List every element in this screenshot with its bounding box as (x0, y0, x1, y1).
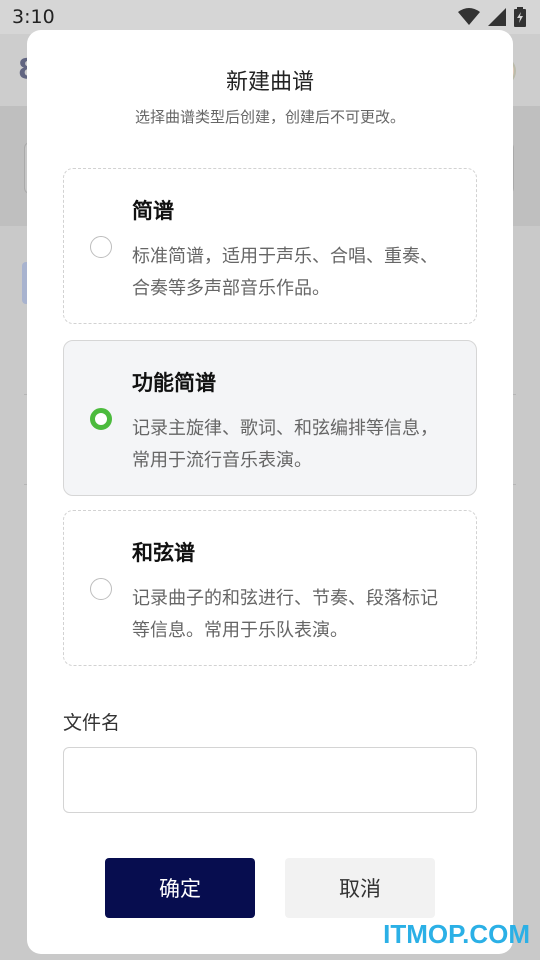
new-score-dialog: 新建曲谱 选择曲谱类型后创建，创建后不可更改。 简谱 标准简谱，适用于声乐、合唱… (27, 30, 513, 954)
filename-label: 文件名 (63, 712, 121, 734)
watermark: ITMOP.COM (383, 919, 530, 949)
option-description: 记录曲子的和弦进行、节奏、段落标记等信息。常用于乐队表演。 (132, 588, 438, 641)
signal-icon (488, 8, 506, 30)
option-title: 功能简谱 (132, 371, 216, 395)
filename-input[interactable] (63, 747, 477, 813)
wifi-icon (458, 8, 480, 30)
dialog-title: 新建曲谱 (225, 70, 314, 95)
status-bar: 3:10 (0, 0, 540, 34)
option-title: 简谱 (132, 199, 174, 223)
option-description: 标准简谱，适用于声乐、合唱、重奏、合奏等多声部音乐作品。 (132, 246, 438, 299)
option-description: 记录主旋律、歌词、和弦编排等信息，常用于流行音乐表演。 (132, 418, 438, 471)
radio-icon[interactable] (90, 578, 112, 600)
status-icons (458, 7, 526, 31)
option-chord-chart[interactable]: 和弦谱 记录曲子的和弦进行、节奏、段落标记等信息。常用于乐队表演。 (63, 510, 477, 666)
radio-selected-icon[interactable] (90, 408, 112, 430)
radio-icon[interactable] (90, 236, 112, 258)
confirm-button[interactable]: 确定 (105, 858, 255, 918)
option-jianpu[interactable]: 简谱 标准简谱，适用于声乐、合唱、重奏、合奏等多声部音乐作品。 (63, 168, 477, 324)
cancel-button[interactable]: 取消 (285, 858, 435, 918)
battery-icon (514, 7, 526, 31)
option-title: 和弦谱 (132, 541, 195, 565)
status-time: 3:10 (12, 6, 55, 28)
dialog-subtitle: 选择曲谱类型后创建，创建后不可更改。 (134, 108, 405, 126)
option-functional-jianpu[interactable]: 功能简谱 记录主旋律、歌词、和弦编排等信息，常用于流行音乐表演。 (63, 340, 477, 496)
